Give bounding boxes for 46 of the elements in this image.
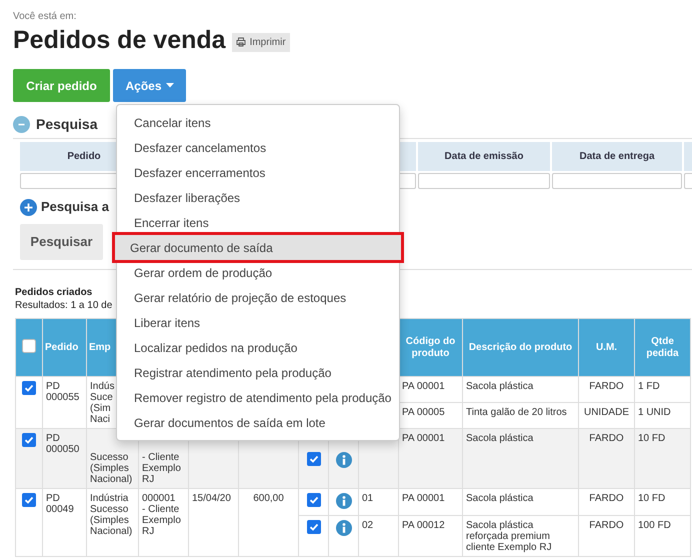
table-cell: FARDO — [578, 516, 634, 556]
menu-item[interactable]: Gerar relatório de projeção de estoques — [117, 285, 399, 310]
table-cell: 02 — [358, 516, 398, 556]
checkbox[interactable] — [22, 381, 36, 395]
menu-item[interactable]: Desfazer liberações — [117, 185, 399, 210]
filter-field[interactable] — [418, 173, 550, 189]
checkbox[interactable] — [22, 338, 36, 352]
menu-item[interactable]: Gerar documento de saída — [115, 235, 401, 260]
checkbox[interactable] — [22, 433, 36, 447]
filter-field[interactable] — [552, 173, 682, 189]
breadcrumb-label: Você está em: — [13, 10, 78, 24]
printer-icon — [236, 37, 246, 47]
menu-item[interactable]: Encerrar itens — [117, 210, 399, 235]
column-header: Descrição do produto — [462, 318, 578, 376]
checkbox[interactable] — [22, 493, 36, 507]
column-header: U.M. — [578, 318, 634, 376]
search-button[interactable]: Pesquisar — [20, 224, 103, 260]
caret-icon — [166, 83, 174, 88]
table-cell: Sacola plástica reforçada premium cliente Exemplo RJ — [462, 516, 578, 556]
table-cell: PA 00012 — [398, 516, 462, 556]
checkbox[interactable] — [306, 520, 320, 534]
expand-icon[interactable] — [20, 198, 37, 216]
page-title: Pedidos de venda — [13, 25, 226, 55]
collapse-icon[interactable] — [13, 116, 30, 132]
column-header: Qtde pedida — [634, 318, 690, 376]
table-cell: 100 FD — [634, 516, 690, 556]
info-icon[interactable] — [336, 493, 352, 509]
table-cell: 000001 - Cliente Exemplo RJ — [138, 488, 188, 556]
checkbox[interactable] — [306, 452, 320, 466]
menu-item[interactable]: Gerar ordem de produção — [117, 260, 399, 285]
results-summary: Resultados: 1 a 10 de — [15, 299, 112, 312]
column-header: Data de entrega — [552, 142, 682, 171]
print-button[interactable]: Imprimir — [232, 32, 290, 52]
table-cell: Indústria Sucesso (Simples Nacional) — [86, 488, 138, 556]
table-cell: PD 00049 — [42, 488, 86, 556]
section-title: Pesquisa — [36, 114, 98, 134]
column-header: Data de emissão — [418, 142, 550, 171]
menu-item[interactable]: Cancelar itens — [117, 110, 399, 135]
info-icon[interactable] — [336, 520, 352, 536]
table-cell: 15/04/20 — [188, 488, 238, 556]
info-icon[interactable] — [336, 452, 352, 468]
checkbox[interactable] — [306, 493, 320, 507]
section-title: Pesquisa a — [41, 198, 109, 216]
column-header: Código do produto — [398, 318, 462, 376]
column-header: Pedido — [42, 318, 86, 376]
results-title: Pedidos criados — [15, 286, 92, 299]
